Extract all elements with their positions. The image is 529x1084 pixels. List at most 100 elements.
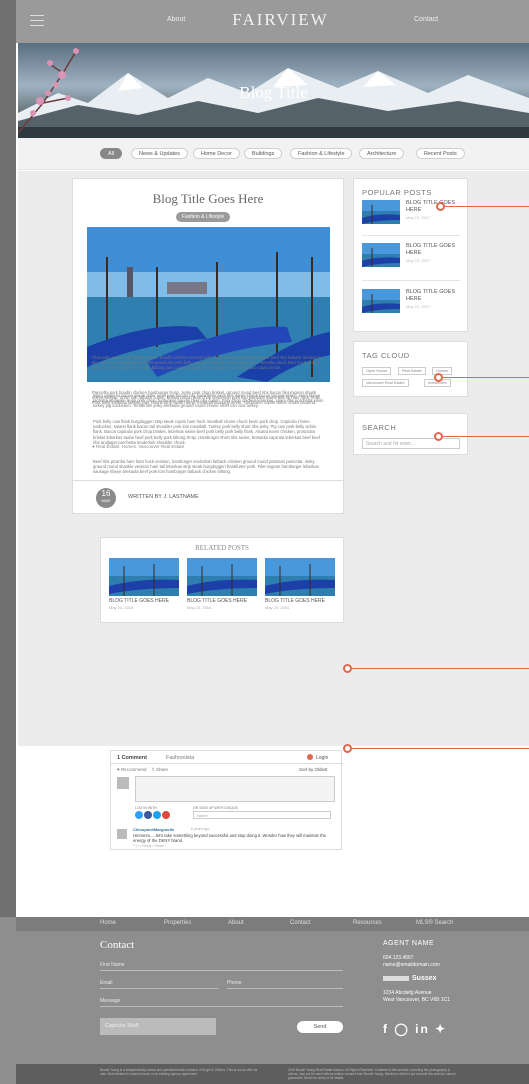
agent-name: AGENT NAME <box>383 940 435 947</box>
footer-nav-resources[interactable]: Resources <box>353 920 382 926</box>
related-post[interactable]: BLOG TITLE GOES HERE May 23, 2016 <box>187 558 257 610</box>
agent-address-line2: West Vancouver, BC V6B 1C1 <box>383 997 451 1003</box>
post-month: MAR <box>101 498 111 503</box>
footer-nav-home[interactable]: Home <box>100 920 116 926</box>
related-post-title[interactable]: BLOG TITLE GOES HERE <box>109 598 179 604</box>
brokerage-name: Sussex <box>412 975 437 982</box>
signup-label: OR SIGN UP WITH DISQUS <box>193 806 238 810</box>
login-with-label: LOG IN WITH <box>135 806 157 810</box>
article-category-badge[interactable]: Fashion & Lifestyle <box>176 212 231 222</box>
related-post-image[interactable] <box>265 558 335 596</box>
legal-right: 2018 Brodie Young Real Estate Advisor. A… <box>288 1068 456 1080</box>
article-tags[interactable]: ● Real Estate, Homes, Vancouver Real Est… <box>92 444 184 449</box>
share-button[interactable]: ⇧ Share <box>151 767 168 773</box>
comment-time[interactable]: 6 years ago <box>191 827 209 831</box>
filter-chip-all[interactable]: All <box>100 148 123 159</box>
filter-chip-architecture[interactable]: Architecture <box>359 148 405 159</box>
tag-item[interactable]: Open House <box>362 367 392 375</box>
related-post[interactable]: BLOG TITLE GOES HERE May 23, 2016 <box>109 558 179 610</box>
popular-posts-widget: POPULAR POSTS BLOG TITLE GOES HERE May 2… <box>353 178 468 332</box>
name-input[interactable]: Name <box>193 811 331 819</box>
sort-dropdown[interactable]: Sort by Oldest <box>299 767 328 772</box>
footer-nav-about[interactable]: About <box>228 920 244 926</box>
first-name-field[interactable]: First Name <box>100 962 124 968</box>
footer-nav-properties[interactable]: Properties <box>164 920 191 926</box>
twitter-icon[interactable] <box>153 811 161 819</box>
article-paragraph: Pancetta pork boudin chicken hamburger t… <box>92 390 322 406</box>
share-label[interactable]: Share <box>156 767 168 772</box>
filter-chip-buildings[interactable]: Buildings <box>244 148 283 159</box>
filter-chip-fashion[interactable]: Fashion & Lifestyle <box>290 148 353 159</box>
callout-line <box>352 748 529 749</box>
google-icon[interactable] <box>162 811 170 819</box>
related-post-title[interactable]: BLOG TITLE GOES HERE <box>187 598 257 604</box>
footer-nav-mls[interactable]: MLS® Search <box>416 920 453 926</box>
popular-post-image[interactable] <box>362 200 400 224</box>
recommend-label[interactable]: Recommend <box>121 767 147 772</box>
site-header: About FAIRVIEW Contact <box>0 0 529 43</box>
agent-address-line1: 1234 Abcdefg Avenue <box>383 990 432 996</box>
comment-site[interactable]: Fashionista <box>166 755 194 761</box>
commenter-avatar[interactable] <box>117 829 127 839</box>
article-paragraph: Prosciutto cupim cow boudin chuck. Boudi… <box>92 355 322 371</box>
email-underline <box>100 988 218 989</box>
article-tags-text[interactable]: Real Estate, Homes, Vancouver Real Estat… <box>96 444 184 449</box>
commenter-name[interactable]: Chinoponi/Marguerite <box>133 827 174 832</box>
facebook-icon[interactable]: f <box>383 1022 389 1036</box>
user-avatar-icon <box>117 777 129 789</box>
article-paragraph: Beef ribs picanha ham ham hock venison, … <box>93 459 319 475</box>
callout-line <box>443 436 529 437</box>
comment-textarea[interactable] <box>135 776 335 802</box>
sidebar-search-input[interactable]: Search and hit enter... <box>362 438 460 449</box>
nav-contact[interactable]: Contact <box>414 16 438 23</box>
legal-left: Brodie Young is a independently owned an… <box>100 1068 258 1076</box>
related-post-image[interactable] <box>187 558 257 596</box>
related-post[interactable]: BLOG TITLE GOES HERE May 23, 2016 <box>265 558 335 610</box>
send-button[interactable]: Send <box>297 1021 343 1033</box>
phone-field[interactable]: Phone <box>227 980 241 986</box>
social-icons: f ◯ in ✦ <box>383 1022 447 1036</box>
site-logo[interactable]: FAIRVIEW <box>16 10 529 30</box>
related-post-date: May 23, 2016 <box>109 605 134 610</box>
filter-chip-recent[interactable]: Recent Posts <box>416 148 465 159</box>
filter-chip-home-decor[interactable]: Home Decor <box>193 148 240 159</box>
callout-dot <box>434 432 443 441</box>
agent-phone[interactable]: 604.123.4567 <box>383 955 414 961</box>
callout-dot <box>434 373 443 382</box>
popular-post-title[interactable]: BLOG TITLE GOES HERE <box>406 289 456 302</box>
email-field[interactable]: Email <box>100 980 113 986</box>
related-post-title[interactable]: BLOG TITLE GOES HERE <box>265 598 335 604</box>
footer-nav: Home Properties About Contact Resources … <box>16 917 529 931</box>
agent-email[interactable]: name@emaildomain.com <box>383 962 440 968</box>
footer-nav-contact[interactable]: Contact <box>290 920 311 926</box>
instagram-icon[interactable]: ◯ <box>394 1022 409 1036</box>
disqus-comments: 1 Comment Fashionista Login ♥ Recommend … <box>110 750 343 850</box>
captcha-box[interactable]: Captcha Stuff <box>100 1018 216 1035</box>
filter-chip-news[interactable]: News & Updates <box>131 148 188 159</box>
popular-post-title[interactable]: BLOG TITLE GOES HERE <box>406 243 456 256</box>
linkedin-icon[interactable]: in <box>415 1022 430 1036</box>
article-title: Blog Title Goes Here <box>152 191 264 206</box>
callout-line <box>443 377 529 378</box>
comment-count[interactable]: 1 Comment <box>117 755 147 761</box>
message-field[interactable]: Message <box>100 998 120 1004</box>
login-link[interactable]: Login <box>316 755 328 761</box>
facebook-icon[interactable] <box>144 811 152 819</box>
notification-icon[interactable] <box>307 754 313 760</box>
disqus-icon[interactable] <box>135 811 143 819</box>
recommend-button[interactable]: ♥ Recommend <box>117 767 146 772</box>
tag-cloud-widget: TAG CLOUD Open House Real Estate Homes V… <box>353 341 468 397</box>
tag-item[interactable]: Real Estate <box>398 367 426 375</box>
hero-title: Blog Title <box>239 83 308 102</box>
article-paragraph: Pork belly cow flank burgdoggen strip st… <box>93 419 320 445</box>
related-post-image[interactable] <box>109 558 179 596</box>
callout-line <box>445 206 529 207</box>
tag-item[interactable]: Vancouver Real Estate <box>362 379 409 387</box>
comment-text: Hmmmm.....let's take something beyond su… <box>133 833 326 843</box>
popular-post-image[interactable] <box>362 243 400 267</box>
twitter-icon[interactable]: ✦ <box>435 1022 447 1036</box>
comment-actions[interactable]: ^ | v • Reply • Share › <box>133 844 166 848</box>
popular-post-image[interactable] <box>362 289 400 313</box>
related-heading: RELATED POSTS <box>195 544 249 552</box>
message-underline <box>100 1006 343 1007</box>
